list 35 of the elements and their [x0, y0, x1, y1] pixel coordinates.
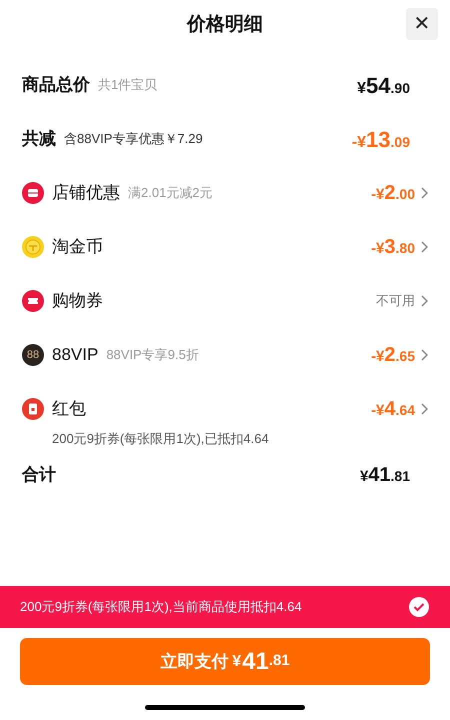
price-text: -¥4.64 — [371, 397, 415, 422]
envelope-icon — [22, 398, 44, 420]
row-note: 共1件宝贝 — [98, 76, 158, 94]
vip-badge: 88 — [22, 344, 44, 366]
chevron-right-icon — [421, 403, 428, 415]
price-text: -¥2.65 — [371, 343, 415, 368]
close-button[interactable]: ✕ — [406, 8, 438, 40]
ticket-icon — [22, 290, 44, 312]
row-note: 88VIP专享9.5折 — [106, 346, 199, 364]
row-label: 共减 — [22, 128, 56, 150]
price-text: -¥3.80 — [371, 235, 415, 260]
row-label: 店铺优惠 — [52, 182, 120, 204]
chevron-right-icon — [421, 187, 428, 199]
price-text: ¥54.90 — [357, 72, 410, 100]
row-label: 淘金币 — [52, 236, 103, 258]
price-text: -¥13.09 — [352, 126, 410, 154]
price-text: ¥41.81 — [360, 462, 410, 488]
banner-text: 200元9折券(每张限用1次),当前商品使用抵扣4.64 — [20, 598, 302, 616]
row-label: 红包 — [52, 398, 86, 420]
row-note: 满2.01元减2元 — [128, 184, 213, 202]
sheet-title: 价格明细 — [187, 12, 263, 37]
row-label: 88VIP — [52, 344, 98, 366]
chevron-right-icon — [421, 295, 428, 307]
checkbox-icon[interactable] — [408, 596, 430, 618]
row-label: 合计 — [22, 464, 56, 486]
chevron-right-icon — [421, 349, 428, 361]
row-label: 商品总价 — [22, 74, 90, 96]
coupon-detail: 200元9折券(每张限用1次),已抵扣4.64 — [51, 430, 270, 448]
row-label: 购物券 — [52, 290, 103, 312]
status-text: 不可用 — [376, 292, 415, 310]
price-text: -¥2.00 — [371, 181, 415, 206]
store-icon — [22, 182, 44, 204]
chevron-right-icon — [421, 241, 428, 253]
coin-icon — [22, 236, 44, 258]
row-note: 含88VIP专享优惠￥7.29 — [64, 130, 203, 148]
